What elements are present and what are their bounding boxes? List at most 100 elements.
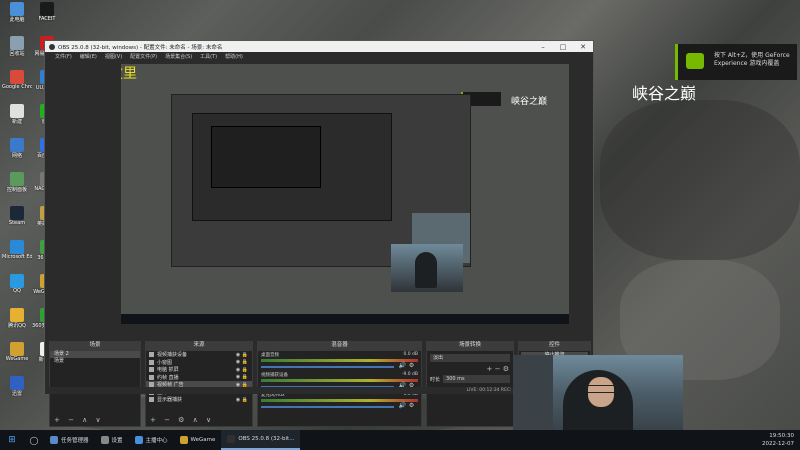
source-type-icon xyxy=(149,352,154,358)
duration-label: 时长 xyxy=(430,376,441,383)
mute-speaker-icon[interactable]: 🔊 xyxy=(398,362,405,369)
preview-webcam xyxy=(391,244,463,292)
desktop-icon[interactable]: FACEIT xyxy=(32,2,62,22)
source-item[interactable]: 小窗图 ◉ 🔒 xyxy=(146,359,252,367)
obs-titlebar[interactable]: OBS 25.0.8 (32-bit, windows) - 配置文件: 未命名… xyxy=(45,41,593,52)
desktop-icon-label: WeGame xyxy=(5,356,29,362)
visibility-lock-icon[interactable]: ◉ 🔒 xyxy=(236,374,248,380)
menu-item[interactable]: 文件(F) xyxy=(55,53,72,60)
app-icon xyxy=(10,308,24,322)
desktop-icon[interactable]: WeGame xyxy=(2,342,32,362)
menu-item[interactable]: 编辑(E) xyxy=(80,53,97,60)
source-item[interactable]: 约帧 直播 ◉ 🔒 xyxy=(146,374,252,382)
menu-item[interactable]: 工具(T) xyxy=(200,53,217,60)
scene-item[interactable]: 场景 2 xyxy=(50,351,140,358)
desktop-icon-label: 新建 xyxy=(11,119,22,125)
desktop-icon[interactable]: 迅雷 xyxy=(2,376,32,397)
nvidia-line1: 按下 Alt+Z，使用 GeForce xyxy=(714,52,790,59)
visibility-lock-icon[interactable]: ◉ 🔒 xyxy=(236,359,248,365)
desktop-icon[interactable]: Microsoft Edge xyxy=(2,240,32,260)
transition-select[interactable]: 淡出 xyxy=(430,354,510,362)
source-type-icon xyxy=(149,374,154,380)
scene-toolbar[interactable]: + − ∧ ∨ xyxy=(54,416,104,424)
channel-db: 0.0 dB xyxy=(403,352,418,357)
nested-preview-3 xyxy=(211,126,321,188)
mixer-header: 混音器 xyxy=(257,341,422,350)
controls-header: 控件 xyxy=(518,341,591,350)
app-icon xyxy=(10,70,24,84)
menu-item[interactable]: 视图(V) xyxy=(105,53,122,60)
menu-item[interactable]: 场景集合(S) xyxy=(165,53,192,60)
source-item[interactable]: 电脑 抓屏 ◉ 🔒 xyxy=(146,366,252,374)
source-label: 视频捕获设备 xyxy=(157,352,188,359)
desktop-icon[interactable]: 新建 xyxy=(2,104,32,125)
channel-db: -9.0 dB xyxy=(401,372,418,377)
obs-statusbar: LIVE: 00:12:34 REC: 00:00:00 CPU: 12.3%,… xyxy=(45,387,593,394)
app-icon xyxy=(10,104,24,118)
system-clock[interactable]: 19:50:30 2022-12-07 xyxy=(762,432,794,448)
source-type-icon xyxy=(149,359,154,365)
app-icon xyxy=(10,138,24,152)
preview-taskbar xyxy=(121,314,569,324)
taskbar-app-icon xyxy=(227,435,236,443)
maximize-button[interactable]: □ xyxy=(553,43,573,51)
sources-header: 来源 xyxy=(145,341,253,350)
source-item[interactable]: 视频捕获设备 ◉ 🔒 xyxy=(146,351,252,359)
source-label: 约帧 直播 xyxy=(157,374,179,381)
desktop-icon[interactable]: Steam xyxy=(2,206,32,226)
source-toolbar[interactable]: + − ⚙ ∧ ∨ xyxy=(150,416,214,424)
desktop-icon[interactable]: 网络 xyxy=(2,138,32,159)
taskbar-item[interactable]: OBS 25.0.8 (32-bit... xyxy=(221,430,301,450)
volume-slider[interactable] xyxy=(261,366,395,368)
app-icon xyxy=(10,342,24,356)
mute-speaker-icon[interactable]: 🔊 xyxy=(398,402,405,409)
gear-icon[interactable]: ⚙ xyxy=(409,402,414,409)
clock-time: 19:50:30 xyxy=(769,433,794,439)
desktop-icon[interactable]: QQ xyxy=(2,274,32,294)
taskbar-item[interactable]: 主播中心 xyxy=(129,430,174,450)
obs-window[interactable]: OBS 25.0.8 (32-bit, windows) - 配置文件: 未命名… xyxy=(44,40,594,427)
desktop-icon[interactable]: 腾讯QQ xyxy=(2,308,32,329)
minimize-button[interactable]: – xyxy=(533,43,553,51)
wallpaper-rock xyxy=(600,100,800,260)
menu-item[interactable]: 帮助(H) xyxy=(225,53,243,60)
app-icon xyxy=(10,274,24,288)
obs-preview[interactable]: 魂归故里 峡谷之巅 xyxy=(121,64,569,324)
mixer-channel: 桌面音频 0.0 dB 🔊 ⚙ xyxy=(258,351,421,371)
app-icon xyxy=(10,206,24,220)
taskbar-app-icon xyxy=(50,436,58,444)
app-icon xyxy=(10,376,24,390)
nvidia-line2: Experience 游戏内覆盖 xyxy=(714,60,780,67)
taskbar-item[interactable]: 任务管理器 xyxy=(44,430,95,450)
nvidia-overlay-notification[interactable]: 按下 Alt+Z，使用 GeForce Experience 游戏内覆盖 xyxy=(675,44,797,80)
nested-preview-2 xyxy=(192,113,392,221)
close-button[interactable]: ✕ xyxy=(573,43,593,51)
desktop-icon[interactable]: 此电脑 xyxy=(2,2,32,23)
gear-icon[interactable]: ⚙ xyxy=(409,362,414,369)
desktop-icon-label: 回收站 xyxy=(9,51,25,57)
start-button[interactable]: ⊞ xyxy=(0,430,24,450)
volume-slider[interactable] xyxy=(261,406,395,408)
scene-item[interactable]: 场景 xyxy=(50,358,140,365)
desktop-icon-label: Steam xyxy=(8,220,26,226)
search-icon[interactable]: ◯ xyxy=(24,430,44,450)
visibility-lock-icon[interactable]: ◉ 🔒 xyxy=(236,367,248,373)
source-item[interactable]: 显示器捕获 ◉ 🔒 xyxy=(146,396,252,404)
desktop-icon-label: 此电脑 xyxy=(9,17,25,23)
channel-name: 桌面音频 xyxy=(261,353,279,358)
obs-title: OBS 25.0.8 (32-bit, windows) - 配置文件: 未命名… xyxy=(58,44,223,51)
visibility-lock-icon[interactable]: ◉ 🔒 xyxy=(236,352,248,358)
desktop-icon[interactable]: Google Chrome xyxy=(2,70,32,90)
nvidia-logo-icon xyxy=(686,53,704,69)
app-icon xyxy=(40,2,54,16)
visibility-lock-icon[interactable]: ◉ 🔒 xyxy=(236,397,248,403)
taskbar-item[interactable]: WeGame xyxy=(174,430,222,450)
desktop-icon[interactable]: 回收站 xyxy=(2,36,32,57)
obs-logo-icon xyxy=(49,43,55,50)
menu-item[interactable]: 配置文件(P) xyxy=(130,53,157,60)
duration-input[interactable]: 300 ms xyxy=(443,375,510,383)
desktop-icon-label: 腾讯QQ xyxy=(8,323,26,329)
desktop-icon[interactable]: 控制面板 xyxy=(2,172,32,193)
taskbar-item[interactable]: 设置 xyxy=(95,430,129,450)
transition-add-remove[interactable]: + − ⚙ xyxy=(427,365,513,373)
